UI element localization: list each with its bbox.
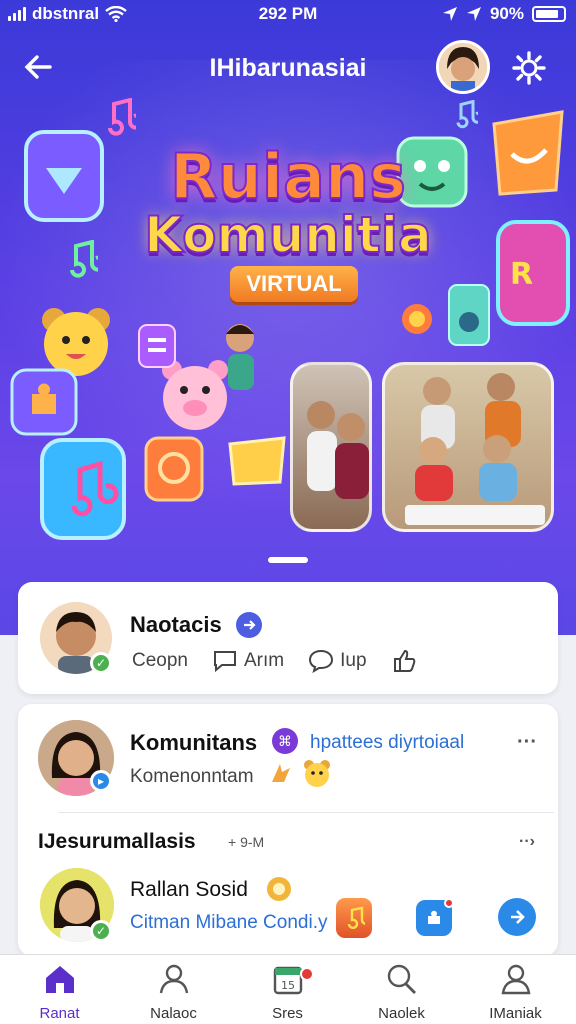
chat-bubble-icon [309,649,334,673]
tab-label: Naolek [378,1005,425,1022]
more-options-icon[interactable]: ··· [512,730,542,754]
post-action-label: Arım [244,650,285,671]
tab-label: Nalaoc [150,1005,197,1022]
comment-icon [214,651,236,673]
people-icon [116,963,231,999]
tab-profile[interactable]: IManiak [458,955,573,1024]
tab-label: Ranat [39,1005,80,1022]
location-icon [466,7,481,21]
puzzle-tile-icon [10,368,78,436]
share-button-icon[interactable] [498,898,536,936]
post-action[interactable]: Ceopn [132,650,188,672]
note-icon [108,98,136,136]
speaker-icon [448,284,490,346]
svg-text:15: 15 [281,979,295,992]
community-subtitle: Komenonntam [130,766,254,787]
emoji-icon [272,764,290,782]
battery-icon [532,6,566,22]
section-title: IJesurumallasis [38,830,196,853]
chat-tile-icon [138,324,176,368]
hero-badge: VIRTUAL [230,266,358,302]
battery-percent: 90% [489,4,524,23]
top-navigation: IHibarunasiai [0,40,576,96]
hero-headline-primary: Ruians [169,139,407,214]
notification-badge [300,967,314,981]
post-action[interactable]: Arım [212,649,284,673]
post-action-label: Ceopn [132,650,188,671]
bear-emoji-icon [304,760,330,787]
section-meta: + 9-M [228,834,265,850]
community-name[interactable]: Komunitans [130,730,257,756]
hero-headline-secondary: Komunitia [143,205,432,265]
hero-photo-right [382,362,554,532]
community-link[interactable]: hpattees diyrtoiaal [310,732,464,754]
tab-people[interactable]: Nalaoc [116,955,231,1024]
bottom-tab-bar: Ranat Nalaoc 15 Sres Naolek IManiak [0,954,576,1024]
notification-dot [444,898,454,908]
music-app-icon[interactable] [336,898,372,938]
child-figure-illustration [226,324,254,390]
app-screen: R Ruians Komunitia VIRTUAL dbstnral 292 … [0,0,576,1024]
star-badge-icon [402,304,432,334]
section-more-icon[interactable]: ··› [512,830,542,854]
search-icon [344,963,459,999]
gift-icon [228,436,286,486]
settings-gear-icon[interactable] [510,50,548,88]
post-action-label: Iup [340,650,367,671]
tab-calendar[interactable]: 15 Sres [230,955,345,1024]
add-friend-icon[interactable] [236,612,262,638]
home-icon [2,963,117,999]
post-author-name[interactable]: Naotacis [130,612,222,638]
member-name[interactable]: Rallan Sosid [130,878,248,902]
tab-home[interactable]: Ranat [2,955,117,1024]
thumbs-up-icon [393,649,415,672]
calendar-icon: 15 [230,963,345,999]
sticker-icon [267,877,291,901]
photo-tile-icon [144,436,204,502]
hero-photo-left [290,362,372,532]
post-card[interactable]: ✓ Naotacis Ceopn Arım Iup [18,582,558,694]
profile-icon [458,963,573,999]
music-tile-icon [40,438,126,540]
like-button[interactable] [391,648,417,674]
member-subtitle[interactable]: Citman Mibane Condi.y [130,912,327,934]
status-bar: dbstnral 292 PM 90% [0,0,576,30]
carousel-indicator[interactable] [268,557,308,563]
tab-label: IManiak [489,1005,542,1022]
community-badge-icon: ⌘ [272,728,298,754]
tab-search[interactable]: Naolek [344,955,459,1024]
post-action[interactable]: Iup [308,649,367,673]
user-avatar[interactable] [436,40,490,94]
post-actions: Ceopn Arım Iup [132,648,441,674]
tab-label: Sres [272,1005,303,1022]
verified-badge: ▸ [90,770,112,792]
community-card: ▸ Komunitans ⌘ hpattees diyrtoiaal ··· K… [18,704,558,956]
online-status-badge: ✓ [90,652,112,674]
status-right: 90% [442,4,566,24]
section-divider [58,812,554,813]
note-icon [456,100,478,129]
online-status-badge: ✓ [90,920,112,942]
location-icon [442,7,457,21]
